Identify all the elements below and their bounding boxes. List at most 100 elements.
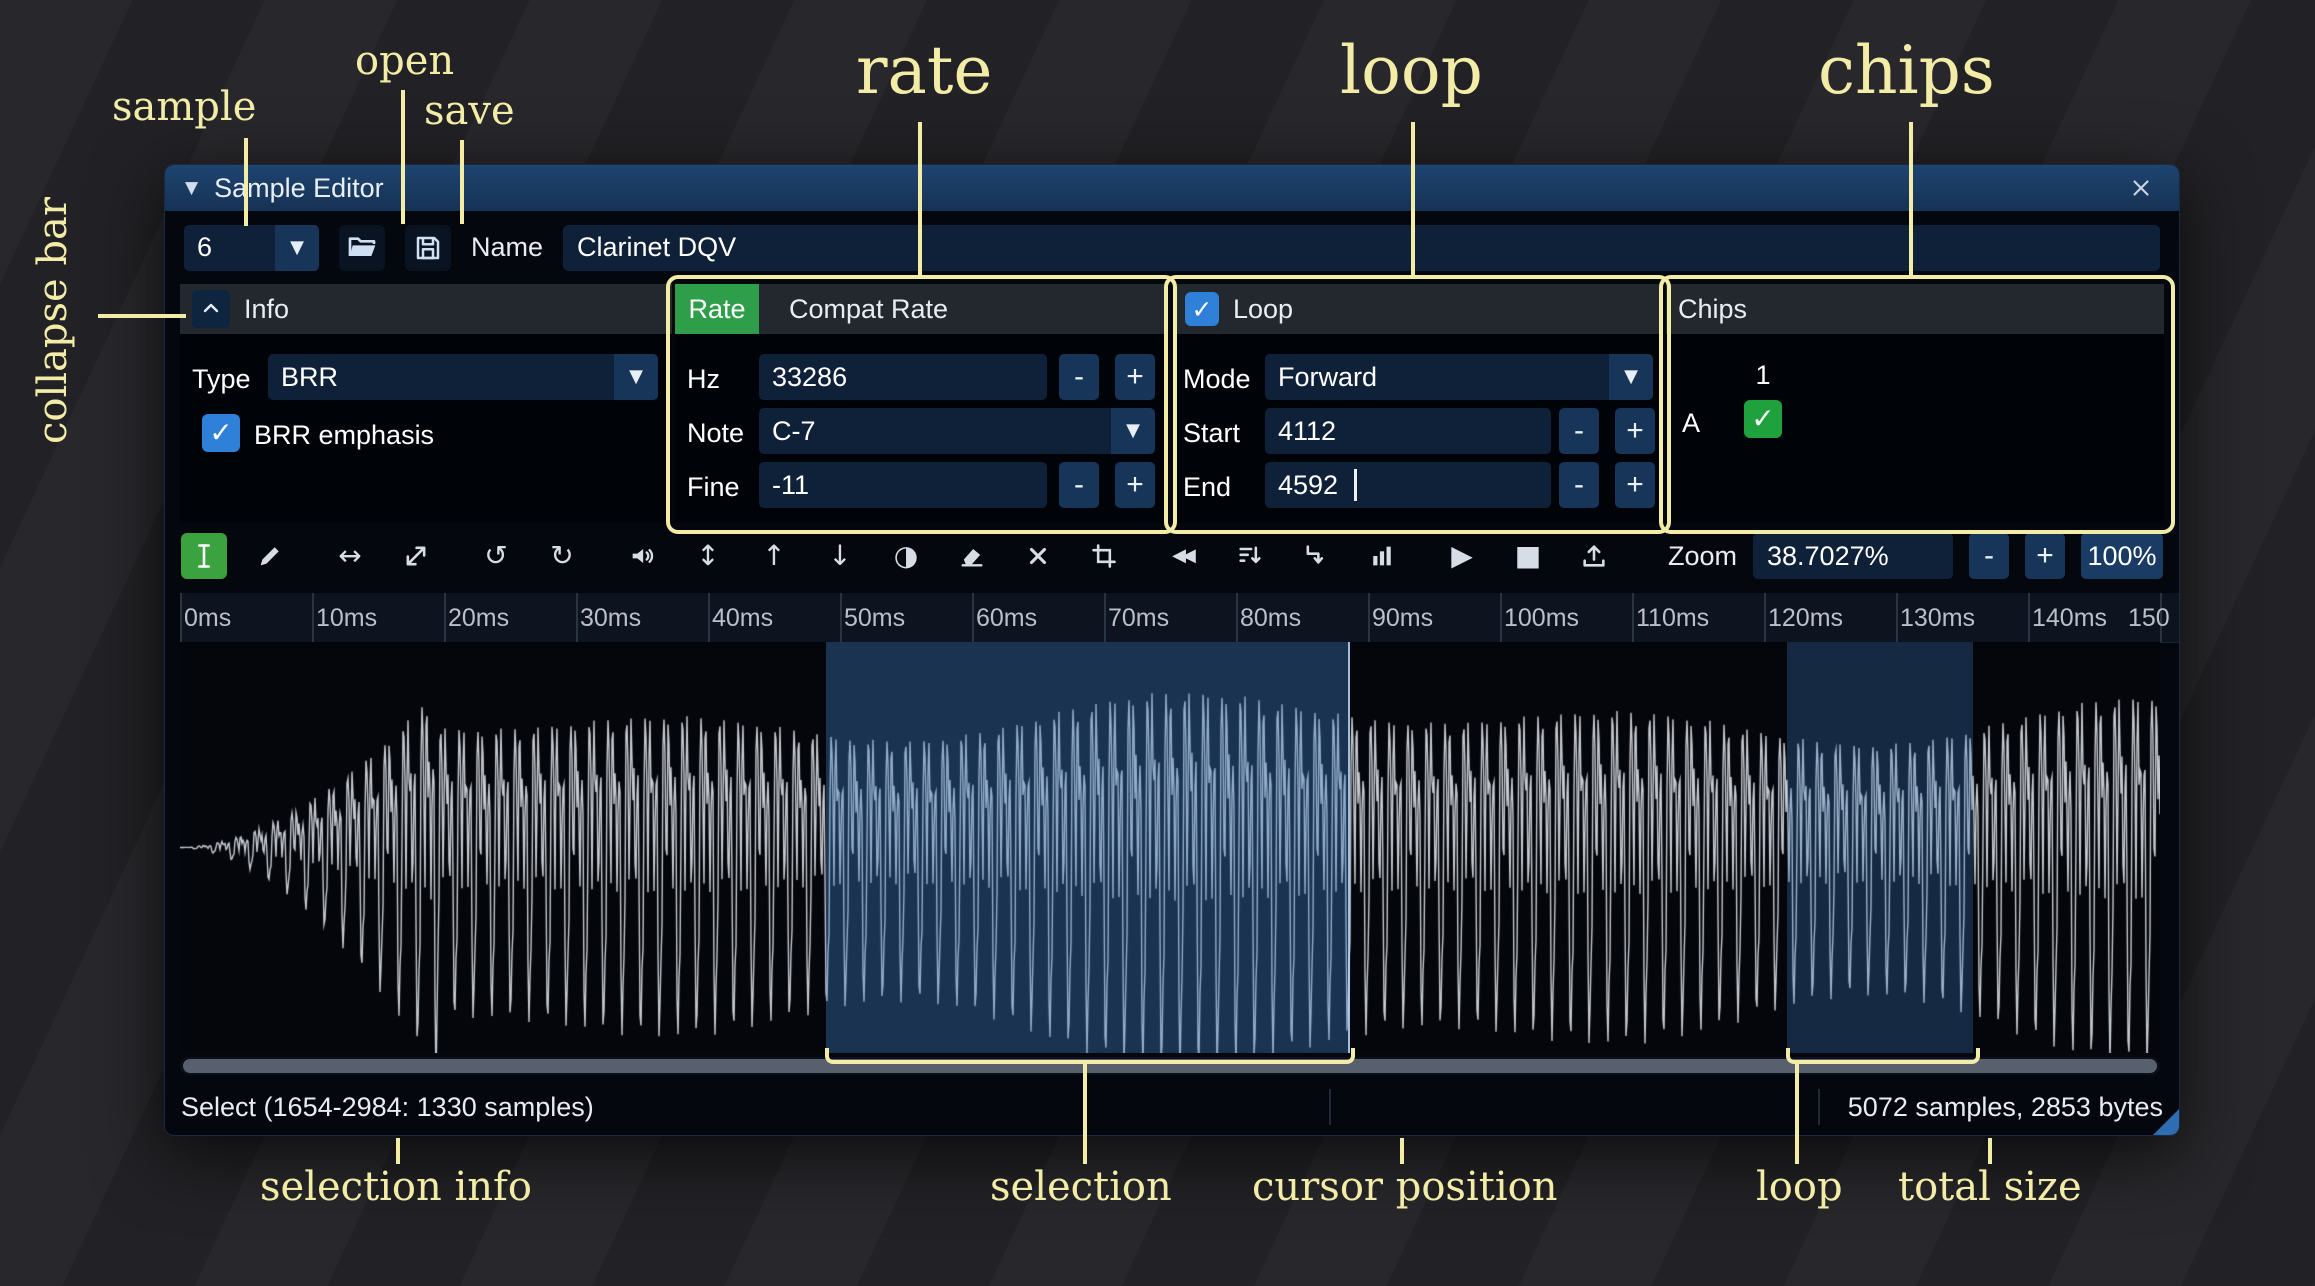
- ruler-label: 110ms: [1636, 604, 1710, 632]
- dropdown-arrow-icon[interactable]: ▼: [614, 354, 658, 400]
- annotation-line-total-size: [1988, 1138, 1992, 1164]
- undo-icon: ↺: [484, 539, 508, 572]
- downsample-button[interactable]: [1293, 533, 1339, 579]
- annotation-line-selection-info: [396, 1138, 400, 1164]
- normalize-button[interactable]: ↕: [685, 533, 731, 579]
- annotation-line-cursor-position: [1400, 1138, 1404, 1164]
- annotation-total-size: total size: [1898, 1164, 2082, 1210]
- upload-icon: [1580, 542, 1608, 570]
- zoom-label: Zoom: [1667, 540, 1737, 571]
- name-input[interactable]: [563, 224, 2160, 271]
- fade-in-button[interactable]: ↑: [751, 533, 797, 579]
- rewind-icon: ◀◀: [1172, 545, 1196, 566]
- name-label: Name: [471, 232, 544, 262]
- type-label: Type: [192, 364, 251, 394]
- zoom-reset-button[interactable]: 100%: [2081, 533, 2163, 579]
- annotation-sample: sample: [112, 84, 257, 130]
- zoom-out-button[interactable]: -: [1969, 533, 2009, 579]
- annotation-rate: rate: [856, 32, 993, 109]
- ruler-label: 40ms: [712, 604, 774, 632]
- save-sample-button[interactable]: [405, 224, 451, 271]
- open-sample-button[interactable]: [339, 224, 385, 271]
- stop-preview-button[interactable]: ■: [1505, 533, 1551, 579]
- ruler-label: 30ms: [580, 604, 642, 632]
- annotation-save: save: [424, 88, 515, 134]
- filter-button[interactable]: [1227, 533, 1273, 579]
- waveform-view[interactable]: [180, 642, 2160, 1053]
- fade-out-button[interactable]: ↓: [817, 533, 863, 579]
- sort-lines-icon: [1236, 542, 1264, 570]
- undo-button[interactable]: ↺: [473, 533, 519, 579]
- selection-info-text: Select (1654-2984: 1330 samples): [181, 1091, 594, 1122]
- ibeam-cursor-icon: [190, 542, 218, 570]
- brr-emphasis-checkbox[interactable]: ✓: [202, 414, 240, 452]
- arrows-horizontal-icon: ↔: [338, 539, 362, 572]
- amplify-button[interactable]: [619, 533, 665, 579]
- ruler-label: 20ms: [448, 604, 510, 632]
- window-title: Sample Editor: [214, 172, 384, 203]
- resample-button[interactable]: [393, 533, 439, 579]
- selection-region[interactable]: [826, 642, 1350, 1053]
- pencil-icon: [256, 542, 284, 570]
- floppy-save-icon: [413, 233, 443, 263]
- annotation-box-chips: [1659, 275, 2175, 534]
- annotation-collapse-bar: collapse bar: [30, 196, 76, 444]
- ruler-label: 10ms: [316, 604, 378, 632]
- create-wavetable-button[interactable]: [1571, 533, 1617, 579]
- ruler-label: 80ms: [1240, 604, 1302, 632]
- annotation-line-save: [460, 140, 464, 224]
- info-panel-header: Info: [180, 284, 672, 334]
- zoom-in-button[interactable]: +: [2025, 533, 2065, 579]
- zoom-value: 38.7027%: [1767, 540, 1889, 571]
- reverse-button[interactable]: ◀◀: [1161, 533, 1207, 579]
- arrows-vertical-icon: ↕: [696, 539, 720, 572]
- spectrum-button[interactable]: [1359, 533, 1405, 579]
- arrows-diagonal-icon: [402, 542, 430, 570]
- annotation-loop: loop: [1340, 32, 1483, 109]
- titlebar[interactable]: ▼ Sample Editor: [165, 165, 2179, 211]
- annotation-line-open: [401, 90, 405, 224]
- ruler-label: 100ms: [1504, 604, 1580, 632]
- annotation-chips: chips: [1818, 32, 1995, 109]
- delete-button[interactable]: [1015, 533, 1061, 579]
- preview-button[interactable]: ▶: [1439, 533, 1485, 579]
- ruler-label: 130ms: [1900, 604, 1976, 632]
- silence-button[interactable]: [949, 533, 995, 579]
- ruler-label: 90ms: [1372, 604, 1434, 632]
- chevron-up-icon: [199, 297, 223, 321]
- status-bar: Select (1654-2984: 1330 samples) 5072 sa…: [165, 1079, 2179, 1135]
- resize-grip[interactable]: [2153, 1109, 2179, 1135]
- draw-mode-button[interactable]: [247, 533, 293, 579]
- redo-icon: ↻: [550, 539, 574, 572]
- dropdown-arrow-icon[interactable]: ▼: [275, 224, 319, 271]
- window-collapse-triangle-icon[interactable]: ▼: [185, 179, 198, 197]
- speaker-icon: [628, 542, 656, 570]
- x-icon: [1025, 543, 1051, 569]
- sample-selector[interactable]: 6 ▼: [184, 224, 319, 271]
- status-divider: [1818, 1089, 1820, 1125]
- ruler-label: 150: [2128, 604, 2170, 632]
- redo-button[interactable]: ↻: [539, 533, 585, 579]
- time-ruler[interactable]: 0ms 10ms 20ms 30ms 40ms 50ms 60ms 70ms 8…: [180, 593, 2179, 643]
- annotation-loop-bottom: loop: [1756, 1164, 1843, 1210]
- crop-icon: [1090, 542, 1118, 570]
- annotation-cursor-position: cursor position: [1252, 1164, 1558, 1210]
- close-icon: [2128, 175, 2154, 201]
- collapse-bar-button[interactable]: [192, 290, 230, 328]
- close-button[interactable]: [2123, 170, 2159, 206]
- zoom-value-field[interactable]: 38.7027%: [1753, 533, 1953, 579]
- loop-region[interactable]: [1787, 642, 1973, 1053]
- info-panel: Info Type BRR ▼ ✓ BRR emphasis: [180, 284, 672, 523]
- type-dropdown[interactable]: BRR ▼: [268, 354, 658, 400]
- annotation-box-rate: [666, 275, 1177, 534]
- check-icon: ✓: [209, 416, 233, 449]
- annotation-line-collapse-bar: [98, 314, 186, 318]
- select-mode-button[interactable]: [181, 533, 227, 579]
- annotation-line-chips: [1909, 122, 1913, 275]
- trim-button[interactable]: [1081, 533, 1127, 579]
- annotation-bracket-loop: [1786, 1048, 1980, 1064]
- total-size-text: 5072 samples, 2853 bytes: [1847, 1091, 2163, 1122]
- annotation-line-sample: [244, 138, 248, 226]
- invert-button[interactable]: ◑: [883, 533, 929, 579]
- resize-button[interactable]: ↔: [327, 533, 373, 579]
